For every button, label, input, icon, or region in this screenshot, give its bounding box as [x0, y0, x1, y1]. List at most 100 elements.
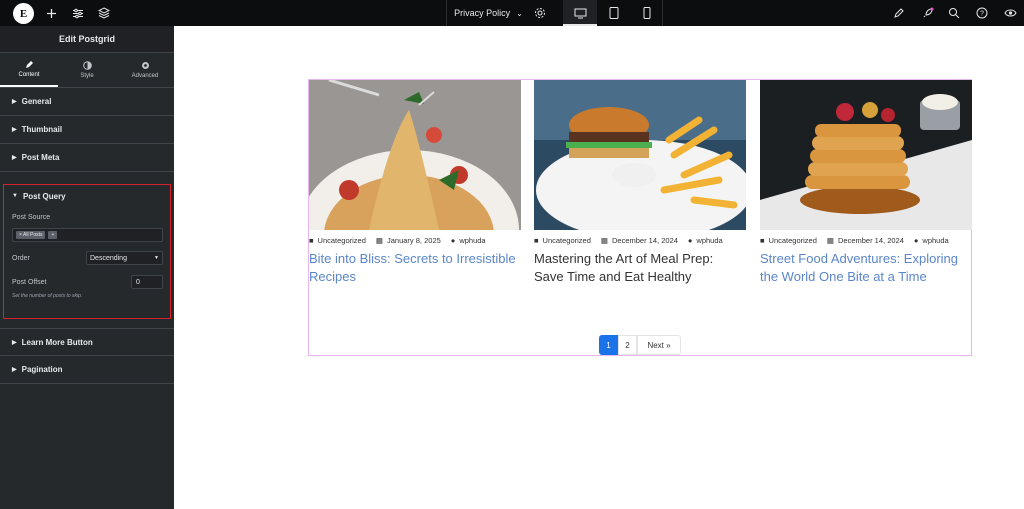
post-title[interactable]: Mastering the Art of Meal Prep: Save Tim… — [534, 250, 746, 286]
panel-title: Edit Postgrid — [0, 26, 174, 53]
page-selector[interactable]: Privacy Policy ⌄ — [446, 0, 530, 26]
add-icon[interactable] — [43, 5, 59, 21]
caret-right-icon: ▶ — [12, 339, 17, 346]
eye-icon[interactable] — [1002, 5, 1018, 21]
caret-right-icon: ▶ — [12, 367, 17, 373]
category-text: Uncategorized — [317, 236, 366, 245]
tab-label: Advanced — [131, 73, 159, 79]
order-label: Order — [12, 255, 30, 262]
post-meta: ■ Uncategorized ▦ December 14, 2024 ● wphud… — [534, 236, 746, 245]
add-tag-button[interactable]: + — [48, 231, 58, 239]
gear-icon — [141, 62, 149, 69]
order-value: Descending — [90, 254, 127, 262]
offset-label: Post Offset — [12, 279, 47, 286]
section-learn-more-button[interactable]: ▶ Learn More Button — [0, 328, 174, 356]
caret-right-icon: ▶ — [12, 127, 17, 133]
folder-icon: ■ — [309, 236, 314, 245]
tab-label: Content — [18, 72, 40, 78]
tab-style[interactable]: Style — [58, 53, 116, 87]
author-text: wphuda — [922, 236, 949, 245]
sliders-icon[interactable] — [70, 5, 86, 21]
page-name: Privacy Policy — [454, 8, 511, 18]
post-source-label: Post Source — [12, 214, 51, 221]
post-meta: ■ Uncategorized ▦ January 8, 2025 ● wphuda — [309, 236, 521, 245]
section-pagination[interactable]: ▶ Pagination — [0, 356, 174, 384]
user-icon: ● — [450, 236, 456, 245]
author-text: wphuda — [459, 236, 486, 245]
help-icon[interactable]: ? — [974, 5, 990, 21]
post-source-field[interactable]: × All Posts + — [12, 228, 163, 242]
svg-text:?: ? — [980, 11, 984, 18]
next-page-link[interactable]: Next » — [637, 335, 681, 355]
folder-icon: ■ — [760, 236, 765, 245]
caret-right-icon: ▶ — [12, 99, 17, 105]
author-meta[interactable]: ● wphuda — [688, 236, 723, 245]
post-source-tag[interactable]: × All Posts — [16, 231, 46, 239]
editor-sidebar: Edit Postgrid Content Style Advanced ▶ Ge… — [0, 26, 174, 509]
section-post-meta[interactable]: ▶ Post Meta — [0, 144, 174, 172]
page-link-2[interactable]: 2 — [618, 335, 637, 355]
category-text: Uncategorized — [542, 236, 591, 245]
search-icon[interactable] — [946, 5, 962, 21]
user-icon: ● — [913, 236, 919, 245]
order-select[interactable]: Descending ▼ — [86, 251, 163, 265]
post-card: ■ Uncategorized ▦ December 14, 2024 ● wphud… — [760, 80, 972, 286]
page-current[interactable]: 1 — [599, 335, 618, 355]
desktop-icon[interactable] — [572, 5, 588, 21]
top-bar: E Privacy Policy ⌄ ? — [0, 0, 1024, 26]
user-icon: ● — [687, 236, 693, 245]
author-meta[interactable]: ● wphuda — [914, 236, 949, 245]
calendar-icon: ▦ — [826, 236, 834, 245]
section-thumbnail[interactable]: ▶ Thumbnail — [0, 116, 174, 144]
post-title[interactable]: Street Food Adventures: Exploring the Wo… — [760, 250, 972, 286]
caret-down-icon: ▼ — [12, 193, 18, 199]
pencil-icon — [25, 61, 33, 68]
post-query-header[interactable]: ▼ Post Query — [4, 185, 170, 207]
post-offset-input[interactable]: 0 — [131, 275, 163, 289]
section-label: Pagination — [21, 365, 63, 374]
layers-icon[interactable] — [96, 5, 112, 21]
section-label: Post Meta — [21, 153, 60, 162]
date-meta: ▦ January 8, 2025 — [376, 236, 441, 245]
category-meta[interactable]: ■ Uncategorized — [534, 236, 591, 245]
caret-down-icon: ▼ — [154, 255, 159, 261]
tab-content[interactable]: Content — [0, 53, 58, 87]
section-label: General — [21, 97, 52, 106]
tab-advanced[interactable]: Advanced — [116, 53, 174, 87]
pen-icon[interactable] — [891, 5, 907, 21]
mobile-icon[interactable] — [639, 5, 655, 21]
category-text: Uncategorized — [768, 236, 817, 245]
caret-right-icon: ▶ — [12, 155, 17, 161]
author-meta[interactable]: ● wphuda — [451, 236, 486, 245]
section-general[interactable]: ▶ General — [0, 88, 174, 116]
offset-hint: Set the number of posts to skip. — [12, 293, 83, 299]
category-meta[interactable]: ■ Uncategorized — [760, 236, 817, 245]
category-meta[interactable]: ■ Uncategorized — [309, 236, 366, 245]
rocket-icon[interactable] — [920, 5, 936, 21]
elementor-logo[interactable]: E — [13, 3, 34, 24]
contrast-icon — [82, 61, 92, 70]
date-meta: ▦ December 14, 2024 — [601, 236, 678, 245]
panel-tabs: Content Style Advanced — [0, 53, 174, 88]
post-title[interactable]: Bite into Bliss: Secrets to Irresistible… — [309, 250, 521, 286]
section-post-query: ▼ Post Query Post Source × All Posts + Or… — [3, 184, 171, 319]
post-thumbnail-pancakes[interactable] — [760, 80, 972, 230]
section-label: Learn More Button — [21, 337, 93, 347]
date-text: December 14, 2024 — [838, 236, 904, 245]
post-card: ■ Uncategorized ▦ December 14, 2024 ● wphud… — [534, 80, 746, 286]
post-card: ■ Uncategorized ▦ January 8, 2025 ● wphuda … — [309, 80, 521, 286]
gear-icon[interactable] — [532, 5, 548, 21]
section-label: Thumbnail — [21, 125, 63, 134]
tablet-icon[interactable] — [606, 5, 622, 21]
chevron-down-icon: ⌄ — [516, 8, 523, 18]
post-meta: ■ Uncategorized ▦ December 14, 2024 ● wphud… — [760, 236, 972, 245]
section-label: Post Query — [22, 191, 66, 201]
tab-label: Style — [80, 73, 94, 79]
post-thumbnail-pasta[interactable] — [309, 80, 521, 230]
date-meta: ▦ December 14, 2024 — [827, 236, 904, 245]
author-text: wphuda — [696, 236, 723, 245]
date-text: December 14, 2024 — [612, 236, 678, 245]
post-thumbnail-burger[interactable] — [534, 80, 746, 230]
date-text: January 8, 2025 — [387, 236, 441, 245]
calendar-icon: ▦ — [600, 236, 608, 245]
